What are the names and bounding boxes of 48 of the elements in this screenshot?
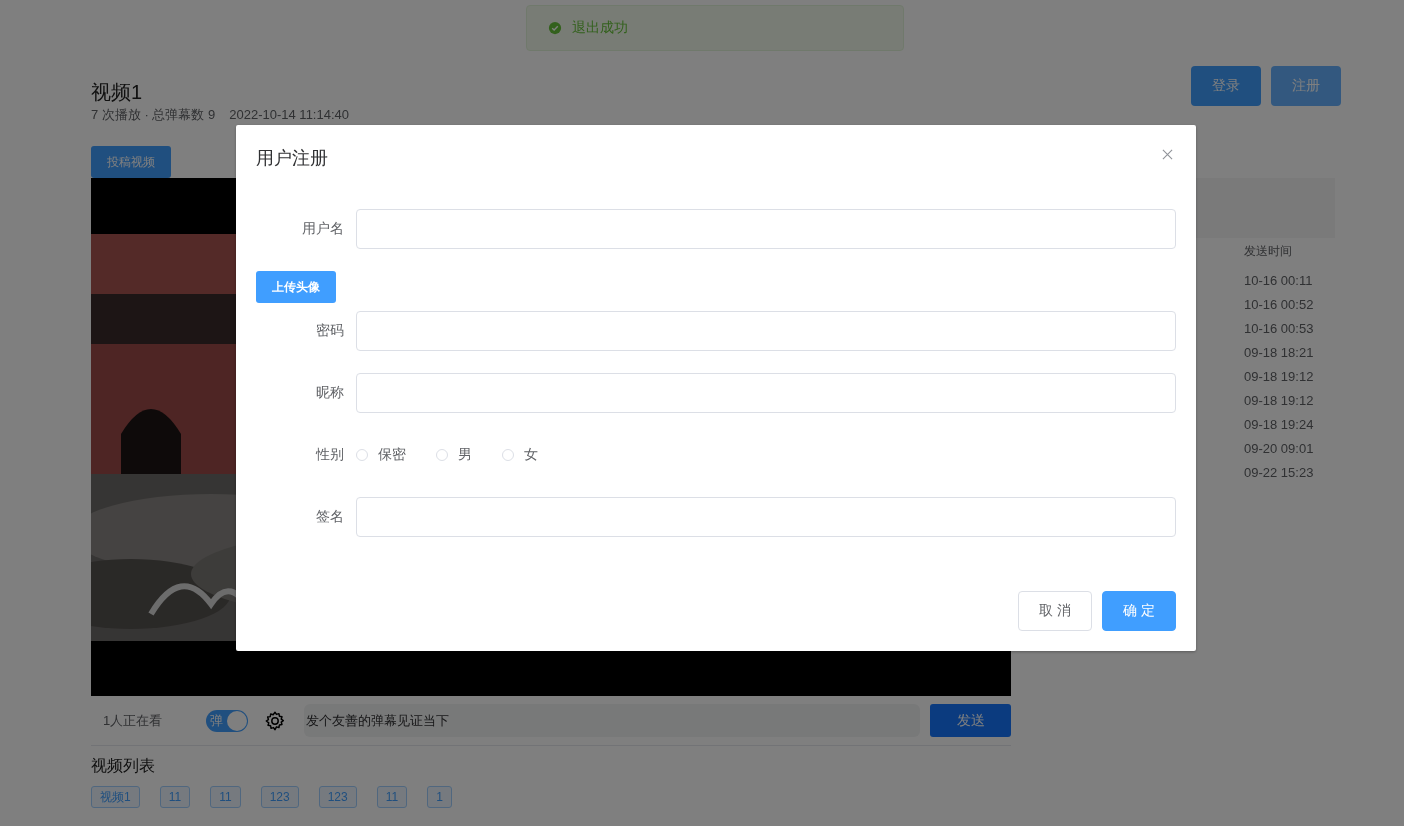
column-header: 发送时间 (1244, 243, 1293, 259)
check-circle-icon (548, 21, 562, 35)
login-button[interactable]: 登录 (1191, 66, 1261, 106)
video-tag[interactable]: 视频1 (91, 786, 140, 808)
field-label: 性别 (314, 446, 345, 464)
video-tag[interactable]: 11 (376, 786, 408, 808)
video-tag[interactable]: 123 (318, 786, 357, 808)
close-icon[interactable] (1162, 148, 1173, 160)
danmaku-input[interactable]: 发个友善的弹幕见证当下 (304, 704, 920, 737)
video-stats: 7 次播放 · 总弹幕数 9 (91, 107, 216, 122)
video-tag[interactable]: 123 (260, 786, 299, 808)
cancel-button[interactable]: 取 消 (1018, 591, 1092, 631)
field-label: 昵称 (315, 384, 345, 402)
field-label: 用户名 (301, 220, 345, 238)
upload-video-button[interactable]: 投稿视频 (91, 146, 171, 178)
text-field[interactable] (356, 311, 1176, 351)
toast-message: 退出成功 (572, 19, 628, 37)
table-cell-text: 09-18 19:24 (1244, 416, 1315, 434)
table-cell-text: 09-18 19:12 (1244, 392, 1315, 410)
radio-label[interactable]: 女 (524, 446, 538, 464)
register-button[interactable]: 注册 (1271, 66, 1341, 106)
video-title: 视频1 (91, 80, 144, 104)
send-button[interactable]: 发送 (930, 704, 1011, 737)
radio-label[interactable]: 保密 (378, 446, 406, 464)
video-date: 2022-10-14 11:14:40 (229, 107, 349, 122)
danmaku-toggle[interactable]: 弹 (206, 709, 248, 732)
table-cell-text: 09-20 09:01 (1244, 440, 1315, 458)
video-tag[interactable]: 1 (427, 786, 452, 808)
upload-avatar-button[interactable]: 上传头像 (256, 271, 336, 303)
table-cell-text: 09-22 15:23 (1244, 464, 1315, 482)
confirm-button[interactable]: 确 定 (1102, 591, 1176, 631)
table-cell-text: 09-18 18:21 (1244, 344, 1315, 362)
text-field[interactable] (356, 497, 1176, 537)
dialog-title: 用户注册 (256, 147, 328, 170)
video-tag[interactable]: 11 (159, 786, 191, 808)
text-field[interactable] (356, 209, 1176, 249)
text-field[interactable] (356, 373, 1176, 413)
table-cell-text: 10-16 00:53 (1244, 320, 1315, 338)
table-cell-text: 10-16 00:52 (1244, 296, 1315, 314)
video-tag[interactable]: 11 (210, 786, 241, 808)
table-cell-text: 10-16 00:11 (1244, 272, 1314, 290)
field-label: 签名 (315, 508, 345, 526)
table-cell-text: 09-18 19:12 (1244, 368, 1315, 386)
field-label: 密码 (315, 322, 345, 340)
settings-icon[interactable] (264, 709, 286, 732)
radio-label[interactable]: 男 (458, 446, 472, 464)
viewer-count: 1人正在看 (103, 711, 164, 730)
video-list-title: 视频列表 (91, 756, 156, 776)
